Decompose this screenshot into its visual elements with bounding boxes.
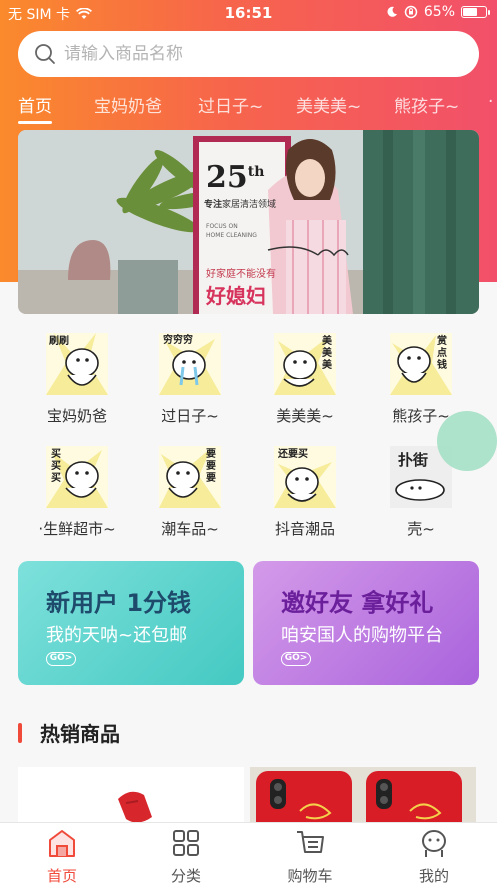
banner-number-value: 25 (206, 160, 248, 195)
search-bar[interactable] (18, 31, 479, 77)
sticker-image: 赏点钱 (390, 333, 452, 395)
category-item-car[interactable]: 要要要 潮车品~ (135, 446, 245, 539)
sticker-image: 买买买 (46, 446, 108, 508)
sticker-text: 扑街 (398, 451, 429, 469)
moon-icon (387, 6, 397, 17)
promo-card-new-user[interactable]: 新用户 1分钱 我的天呐~还包邮 GO> (18, 561, 244, 685)
search-icon (35, 44, 55, 64)
sticker-text: 刷刷 (49, 336, 69, 347)
tabbar-item-home[interactable]: 首页 (0, 823, 124, 883)
status-bar: 无 SIM 卡 16:51 65% (0, 0, 497, 26)
tab-beauty[interactable]: 美美美~ (296, 92, 361, 117)
banner-line1: 专注家居清洁领域 (204, 197, 276, 210)
tabbar-label: 分类 (170, 867, 201, 883)
category-label: 抖音潮品 (274, 520, 335, 538)
category-tabs: 首页 宝妈奶爸 过日子~ 美美美~ 熊孩子~ · (0, 92, 497, 124)
category-item-beauty[interactable]: 美美美 美美美~ (250, 333, 360, 426)
promo-go-button[interactable]: GO> (281, 652, 311, 666)
category-item-daily[interactable]: 穷穷穷 过日子~ (135, 333, 245, 426)
tab-more-cutoff[interactable]: · (488, 92, 497, 112)
battery-fill (463, 8, 477, 16)
sticker-text: 赏点钱 (437, 336, 447, 371)
cart-icon (297, 831, 324, 853)
rotation-lock-icon (404, 5, 418, 19)
bottom-tab-bar: 首页 分类 购物车 我的 (0, 822, 497, 883)
promo-subtitle: 咱安国人的购物平台 (281, 625, 443, 646)
banner-number-suffix: th (247, 164, 265, 180)
category-label: ·生鲜超市~ (38, 520, 116, 538)
category-label: 宝妈奶爸 (46, 407, 107, 425)
promo-subtitle: 我的天呐~还包邮 (46, 625, 188, 646)
tabbar-item-category[interactable]: 分类 (124, 823, 248, 883)
tabbar-label: 首页 (46, 867, 77, 883)
sticker-image: 刷刷 (46, 333, 108, 395)
category-label: 壳~ (407, 520, 435, 538)
category-label: 过日子~ (161, 407, 219, 425)
battery-percent: 65% (423, 4, 455, 20)
hot-products-header: 热销商品 (18, 718, 120, 747)
section-title: 热销商品 (40, 722, 120, 746)
sticker-text: 美美美 (322, 336, 332, 371)
banner-focus-line1: FOCUS ON (206, 223, 238, 230)
category-label: 美美美~ (276, 407, 334, 425)
category-item-fresh[interactable]: 买买买 ·生鲜超市~ (22, 446, 132, 539)
tabbar-label: 购物车 (287, 867, 333, 883)
banner-number: 25th (206, 160, 264, 195)
banner-focus-line2: HOME CLEANING (206, 232, 257, 239)
tab-kids[interactable]: 熊孩子~ (394, 92, 459, 117)
promo-card-invite[interactable]: 邀好友 拿好礼 咱安国人的购物平台 GO> (253, 561, 479, 685)
sticker-text: 穷穷穷 (163, 335, 193, 346)
sticker-text: 买买买 (51, 449, 61, 484)
product-image (250, 767, 476, 827)
product-card[interactable] (18, 767, 244, 827)
tabbar-item-cart[interactable]: 购物车 (248, 823, 372, 883)
tabbar-item-profile[interactable]: 我的 (372, 823, 496, 883)
product-card[interactable] (250, 767, 476, 827)
profile-icon (422, 830, 446, 857)
promo-title: 新用户 1分钱 (46, 589, 192, 617)
tab-daily[interactable]: 过日子~ (198, 92, 263, 117)
banner-slogan-small: 好家庭不能没有 (206, 269, 276, 280)
sticker-image: 穷穷穷 (159, 333, 221, 395)
banner-line1-rest: 家居清洁领域 (222, 200, 277, 210)
sticker-text: 要要要 (206, 449, 216, 484)
promo-go-button[interactable]: GO> (46, 652, 76, 666)
floating-action-bubble[interactable] (437, 411, 497, 471)
promo-title: 邀好友 拿好礼 (281, 589, 434, 617)
sticker-text: 还要买 (278, 449, 308, 460)
battery-icon (461, 6, 490, 18)
sticker-image: 美美美 (274, 333, 336, 395)
sticker-image: 要要要 (159, 446, 221, 508)
status-right: 65% (386, 4, 490, 20)
banner-focus: FOCUS ON HOME CLEANING (206, 222, 257, 240)
banner-slogan-big: 好媳妇 (206, 284, 266, 308)
tabbar-label: 我的 (418, 867, 449, 883)
category-item-douyin[interactable]: 还要买 抖音潮品 (250, 446, 360, 539)
promo-banner[interactable]: 25th 专注家居清洁领域 FOCUS ON HOME CLEANING 好家庭… (18, 130, 479, 314)
category-item-baby[interactable]: 刷刷 宝妈奶爸 (22, 333, 132, 426)
banner-line1-bold: 专注 (204, 200, 223, 210)
home-icon (49, 830, 75, 857)
tab-home[interactable]: 首页 (18, 92, 52, 124)
product-image (118, 791, 152, 823)
section-accent-bar (18, 722, 22, 743)
category-label: 潮车品~ (161, 520, 219, 538)
sticker-image: 还要买 (274, 446, 336, 508)
tab-baby[interactable]: 宝妈奶爸 (94, 92, 162, 117)
search-input[interactable] (64, 44, 424, 64)
grid-icon (173, 830, 199, 856)
